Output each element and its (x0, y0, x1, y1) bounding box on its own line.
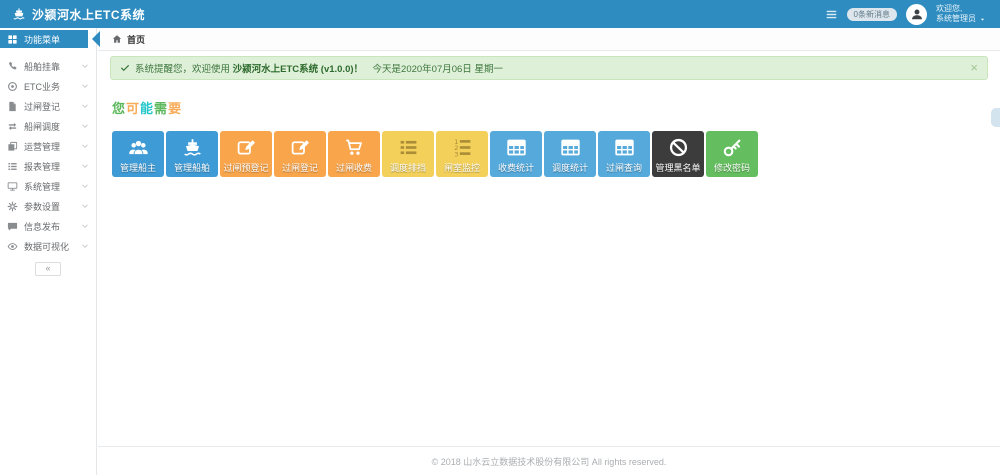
check-icon (120, 63, 130, 73)
home-icon (112, 34, 122, 44)
quick-tile[interactable]: 过闸查询 (598, 131, 650, 177)
list-ol-icon: 123 (452, 137, 473, 158)
users-icon (128, 137, 149, 158)
alert-suffix: 今天是2020年07月06日 星期一 (363, 64, 503, 75)
sidebar-item[interactable]: 报表管理 (0, 156, 96, 176)
section-title-char: 可 (126, 101, 141, 116)
sidebar-item[interactable]: 数据可视化 (0, 236, 96, 256)
disc-icon (7, 81, 18, 92)
section-title-char: 需 (154, 101, 169, 116)
quick-tile[interactable]: 管理船舶 (166, 131, 218, 177)
quick-tile[interactable]: 过闸预登记 (220, 131, 272, 177)
ship-logo-icon (12, 7, 26, 21)
notification-badge[interactable]: 0条新消息 (846, 7, 897, 21)
section-title: 您可能需要 (112, 98, 986, 117)
sidebar-collapse-button[interactable]: « (35, 262, 61, 276)
sidebar-item[interactable]: 船闸调度 (0, 116, 96, 136)
breadcrumb: 首页 (98, 28, 1000, 51)
table-icon (614, 137, 635, 158)
sidebar-menu: 功能菜单船舶挂靠 ETC业务 过闸登记 船闸调度 运营管理 报表管理 系统管理 参数设置 信息发… (0, 28, 100, 256)
menu-bars-icon[interactable] (825, 8, 838, 21)
quick-tile[interactable]: 修改密码 (706, 131, 758, 177)
breadcrumb-home[interactable]: 首页 (127, 33, 145, 46)
quick-panel: 您可能需要 管理船主 管理船舶 过闸预登记 过闸登记 过闸收费 调度排挡 1 2 3 闸室监控 收费… (98, 80, 1000, 446)
chevron-down-icon (81, 62, 89, 70)
quick-tile[interactable]: 过闸收费 (328, 131, 380, 177)
modules-icon (7, 34, 18, 45)
alert-message: 系统提醒您，欢迎使用 沙颍河水上ETC系统 (v1.0.0)！ 今天是2020年… (135, 61, 503, 75)
tiles-grid: 管理船主 管理船舶 过闸预登记 过闸登记 过闸收费 调度排挡 1 2 3 闸室监控 收费统计 调度统计… (112, 131, 986, 177)
sidebar-item[interactable]: 过闸登记 (0, 96, 96, 116)
sidebar-item[interactable]: 船舶挂靠 (0, 56, 96, 76)
list-icon (7, 161, 18, 172)
table-icon (506, 137, 527, 158)
quick-tile[interactable]: 收费统计 (490, 131, 542, 177)
user-role: 系统管理员 (936, 14, 976, 23)
caret-down-icon (979, 16, 986, 23)
sidebar-item[interactable]: 系统管理 (0, 176, 96, 196)
app-title: 沙颍河水上ETC系统 (32, 7, 146, 22)
svg-text:3: 3 (454, 150, 458, 158)
sidebar: 功能菜单船舶挂靠 ETC业务 过闸登记 船闸调度 运营管理 报表管理 系统管理 参数设置 信息发… (0, 28, 100, 475)
quick-tile[interactable]: 调度排挡 (382, 131, 434, 177)
alert-success: 系统提醒您，欢迎使用 沙颍河水上ETC系统 (v1.0.0)！ 今天是2020年… (110, 56, 988, 80)
section-title-char: 能 (140, 101, 155, 116)
user-menu[interactable]: 欢迎您, 系统管理员 (936, 4, 986, 24)
chevron-down-icon (81, 242, 89, 250)
sidebar-item[interactable]: 参数设置 (0, 196, 96, 216)
sidebar-item[interactable]: 信息发布 (0, 216, 96, 236)
cart-icon (344, 137, 365, 158)
section-title-char: 要 (168, 101, 183, 116)
sidebar-item[interactable]: 运营管理 (0, 136, 96, 156)
key-icon (722, 137, 743, 158)
footer: © 2018 山水云立数据技术股份有限公司 All rights reserve… (98, 446, 1000, 475)
phone-icon (7, 61, 18, 72)
quick-tile[interactable]: 调度统计 (544, 131, 596, 177)
brand[interactable]: 沙颍河水上ETC系统 (0, 6, 145, 23)
edit-icon (236, 137, 257, 158)
ban-icon (668, 137, 689, 158)
top-header: 沙颍河水上ETC系统 0条新消息 欢迎您, 系统管理员 (0, 0, 1000, 28)
eye-icon (7, 241, 18, 252)
quick-tile[interactable]: 过闸登记 (274, 131, 326, 177)
chevron-down-icon (81, 182, 89, 190)
table-icon (560, 137, 581, 158)
section-title-char: 您 (112, 101, 127, 116)
close-icon[interactable]: × (970, 61, 978, 74)
header-right: 0条新消息 欢迎您, 系统管理员 (825, 3, 1000, 25)
comment-icon (7, 221, 18, 232)
alert-highlight: 沙颍河水上ETC系统 (v1.0.0)！ (232, 64, 364, 75)
gear-icon (7, 201, 18, 212)
list-icon (398, 137, 419, 158)
copy-icon (7, 141, 18, 152)
ship-icon (182, 137, 203, 158)
exchange-icon (7, 121, 18, 132)
chevron-down-icon (81, 162, 89, 170)
alert-prefix: 系统提醒您，欢迎使用 (135, 64, 233, 75)
file-icon (7, 101, 18, 112)
user-icon (910, 7, 924, 21)
sidebar-item[interactable]: 功能菜单 (0, 30, 100, 48)
welcome-text: 欢迎您, (936, 4, 963, 13)
content: 系统提醒您，欢迎使用 沙颍河水上ETC系统 (v1.0.0)！ 今天是2020年… (98, 51, 1000, 475)
scrollbar-thumb[interactable] (991, 108, 1000, 127)
quick-tile[interactable]: 1 2 3 闸室监控 (436, 131, 488, 177)
chevron-down-icon (81, 122, 89, 130)
sidebar-item[interactable]: ETC业务 (0, 76, 96, 96)
quick-tile[interactable]: 管理船主 (112, 131, 164, 177)
chevron-down-icon (81, 142, 89, 150)
quick-tile[interactable]: 管理黑名单 (652, 131, 704, 177)
chevron-down-icon (81, 222, 89, 230)
copyright: © 2018 山水云立数据技术股份有限公司 All rights reserve… (431, 456, 667, 467)
desktop-icon (7, 181, 18, 192)
avatar[interactable] (906, 3, 927, 25)
chevron-down-icon (81, 202, 89, 210)
chevron-down-icon (81, 82, 89, 90)
edit-icon (290, 137, 311, 158)
chevron-down-icon (81, 102, 89, 110)
